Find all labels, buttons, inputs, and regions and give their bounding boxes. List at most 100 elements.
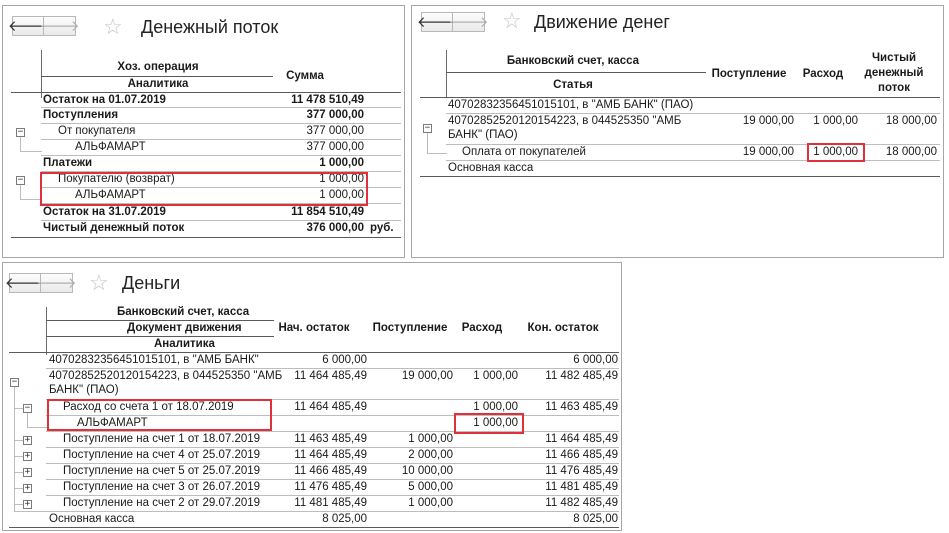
header-net-line2: денежный	[864, 67, 924, 79]
row-label: Основная касса	[49, 513, 135, 525]
row-expense: 1 000,00	[473, 401, 518, 413]
row-income: 5 000,00	[408, 481, 453, 493]
row-start: 11 463 485,49	[294, 433, 367, 445]
row-label: Основная касса	[448, 162, 534, 174]
collapse-toggle-icon[interactable]: −	[23, 404, 32, 413]
tree-line	[27, 413, 28, 427]
row-sum: 377 000,00	[306, 109, 364, 121]
highlight-box	[40, 172, 368, 206]
header-divider	[46, 320, 274, 321]
row-start: 11 464 485,49	[294, 449, 367, 461]
row-label-line1: 40702852520120154223, в 044525350 "АМБ	[448, 115, 682, 127]
row-sum: 377 000,00	[306, 141, 364, 153]
favorite-star-icon[interactable]: ☆	[502, 10, 522, 32]
header-analytics: Аналитика	[127, 78, 189, 90]
tree-line	[27, 427, 47, 428]
row-income: 2 000,00	[408, 449, 453, 461]
row-label-line2: БАНК" (ПАО)	[49, 384, 119, 396]
row-divider	[41, 139, 401, 140]
forward-button[interactable]: 🡒	[448, 12, 489, 32]
row-end: 11 463 485,49	[545, 401, 618, 413]
tree-line	[14, 440, 23, 441]
expand-toggle-icon[interactable]: +	[23, 436, 32, 445]
row-start: 6 000,00	[322, 354, 367, 366]
expand-toggle-icon[interactable]: +	[23, 500, 32, 509]
row-divider	[446, 113, 940, 114]
highlight-box	[807, 143, 865, 162]
column-divider	[46, 307, 47, 355]
header-income: Поступление	[711, 68, 787, 80]
header-document: Документ движения	[127, 322, 242, 334]
collapse-toggle-icon[interactable]: −	[423, 124, 432, 133]
tree-line	[20, 137, 21, 151]
row-label: Поступление на счет 5 от 25.07.2019	[63, 465, 261, 477]
favorite-star-icon[interactable]: ☆	[103, 16, 123, 38]
row-label: Поступление на счет 3 от 26.07.2019	[63, 481, 261, 493]
row-label: 40702832356451015101, в "АМБ БАНК" (ПАО)	[448, 99, 694, 111]
favorite-star-icon[interactable]: ☆	[89, 272, 109, 294]
tree-line	[427, 133, 428, 153]
collapse-toggle-icon[interactable]: −	[16, 176, 25, 185]
expand-toggle-icon[interactable]: +	[23, 484, 32, 493]
table-bottom	[9, 527, 619, 528]
row-sum: 11 854 510,49	[291, 206, 364, 218]
tree-line	[14, 488, 23, 489]
row-income: 1 000,00	[408, 433, 453, 445]
header-start: Нач. остаток	[278, 322, 350, 334]
tree-line	[20, 151, 42, 152]
row-income: 19 000,00	[742, 146, 794, 158]
header-net-line3: поток	[878, 82, 910, 94]
row-expense: 1 000,00	[813, 115, 858, 127]
forward-button[interactable]: 🡒	[39, 16, 80, 36]
row-divider	[46, 368, 619, 369]
header-income: Поступление	[372, 322, 448, 334]
row-sum: 11 478 510,49	[291, 94, 364, 106]
row-label: Остаток на 01.07.2019	[43, 94, 166, 106]
forward-button[interactable]: 🡒	[36, 273, 77, 293]
money-report-panel: 🡐 🡒 ☆ Деньги Банковский счет, касса Доку…	[2, 262, 622, 531]
expand-toggle-icon[interactable]: +	[23, 452, 32, 461]
row-end: 8 025,00	[573, 513, 618, 525]
page-title: Движение денег	[534, 12, 670, 32]
row-end: 11 476 485,49	[545, 465, 618, 477]
row-divider	[41, 107, 401, 108]
header-expense: Расход	[461, 322, 503, 334]
row-end: 11 482 485,49	[545, 497, 618, 509]
row-label: Поступление на счет 1 от 18.07.2019	[63, 433, 261, 445]
collapse-toggle-icon[interactable]: −	[16, 128, 25, 137]
header-sum: Сумма	[286, 70, 324, 82]
row-divider	[41, 155, 401, 156]
row-label: Поступление на счет 2 от 29.07.2019	[63, 497, 261, 509]
tree-line	[20, 185, 21, 199]
column-divider	[41, 50, 42, 98]
row-divider	[446, 160, 940, 161]
row-divider	[46, 463, 619, 464]
tree-line	[14, 387, 15, 511]
row-label: От покупателя	[58, 125, 136, 137]
row-end: 11 481 485,49	[545, 481, 618, 493]
row-label: Поступление на счет 4 от 25.07.2019	[63, 449, 261, 461]
row-label: Платежи	[43, 157, 93, 169]
expand-toggle-icon[interactable]: +	[23, 468, 32, 477]
row-divider	[46, 495, 619, 496]
collapse-toggle-icon[interactable]: −	[10, 378, 19, 387]
header-divider	[446, 72, 706, 73]
header-account: Банковский счет, касса	[117, 306, 250, 318]
cashflow-report-panel: 🡐 🡒 ☆ Денежный поток Хоз. операция Анали…	[2, 5, 405, 258]
arrow-right-icon: 🡒	[448, 13, 489, 31]
row-income: 1 000,00	[408, 497, 453, 509]
header-net-line1: Чистый	[871, 52, 917, 64]
row-divider	[446, 144, 940, 145]
row-end: 11 482 485,49	[545, 370, 618, 382]
tree-line	[14, 456, 23, 457]
row-label: Чистый денежный поток	[43, 222, 185, 234]
row-sum: 376 000,00	[306, 222, 364, 234]
tree-line	[14, 504, 23, 505]
row-net: 18 000,00	[885, 115, 937, 127]
header-divider	[46, 336, 274, 337]
row-start: 11 481 485,49	[294, 497, 367, 509]
row-label: 40702832356451015101, в "АМБ БАНК"	[49, 354, 259, 366]
row-expense: 1 000,00	[473, 370, 518, 382]
row-net: 18 000,00	[885, 146, 937, 158]
row-divider	[46, 479, 619, 480]
